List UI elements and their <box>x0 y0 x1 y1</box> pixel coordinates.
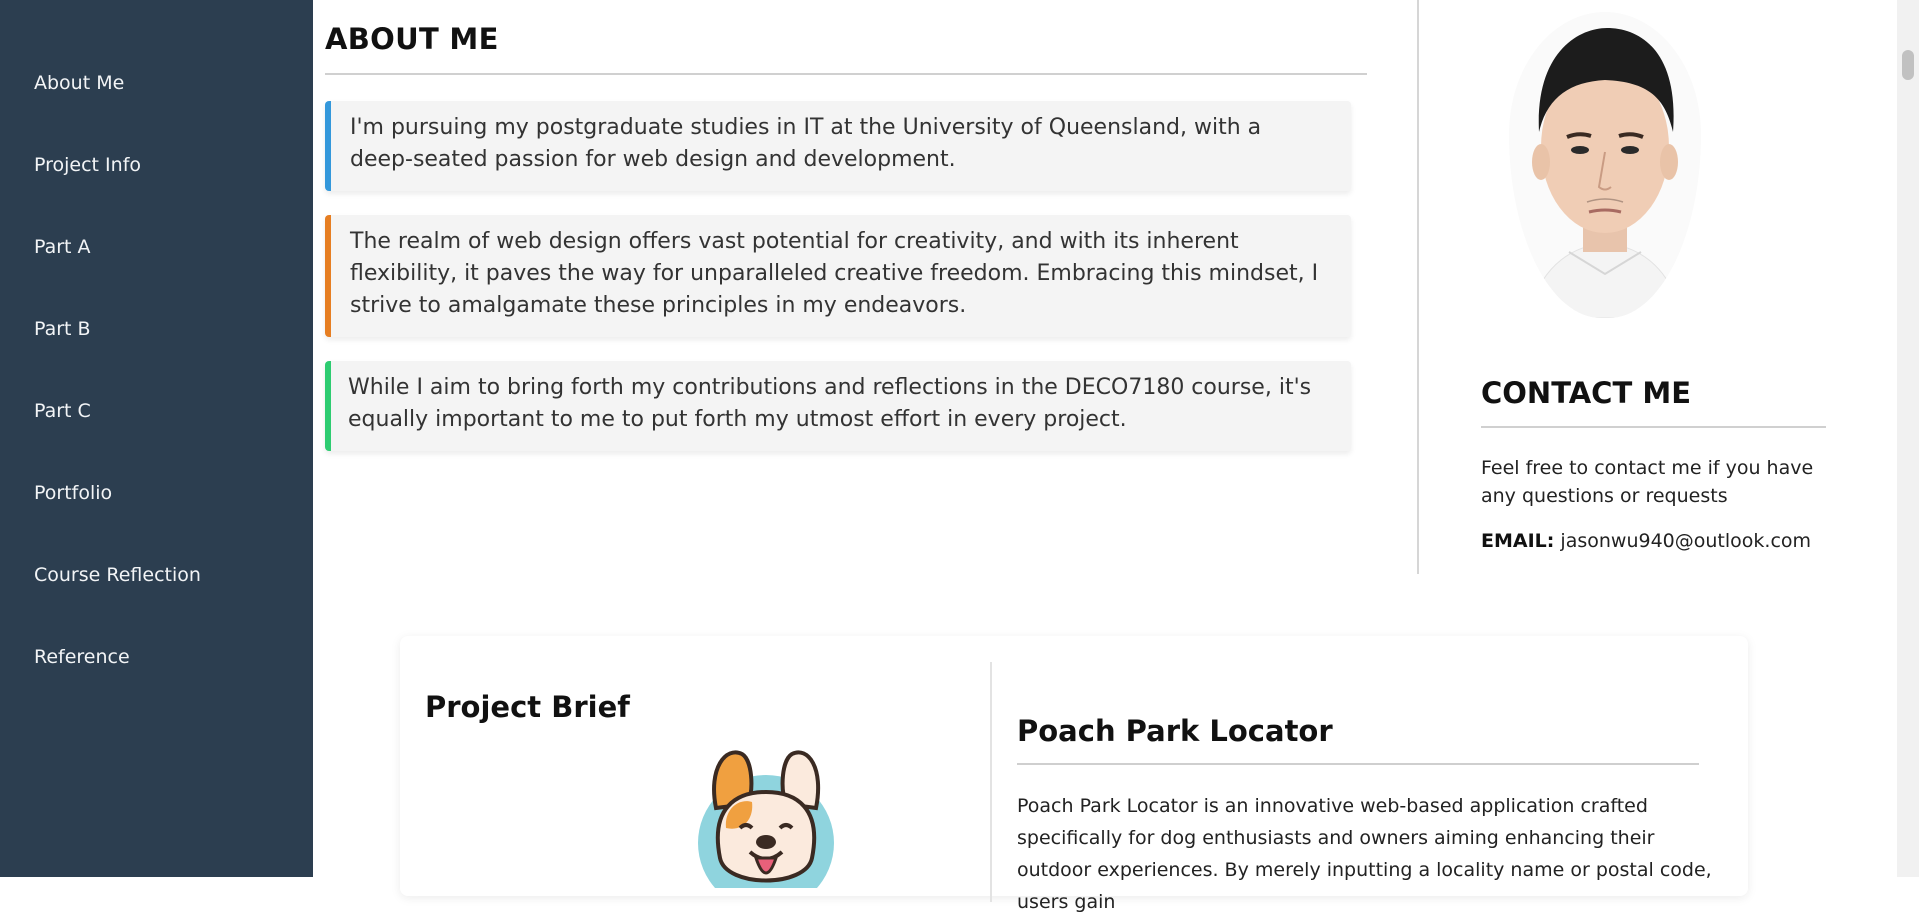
project-card: Project Brief Poach Park Locator Poach P… <box>400 636 1748 913</box>
sidebar-item-part-c[interactable]: Part C <box>34 400 91 422</box>
project-divider <box>990 662 992 902</box>
project-name-divider <box>1017 763 1699 765</box>
project-description: Poach Park Locator is an innovative web-… <box>1017 795 1712 913</box>
sidebar-item-part-b[interactable]: Part B <box>34 318 91 340</box>
about-divider <box>325 73 1367 75</box>
sidebar-item-course-reflection[interactable]: Course Reflection <box>34 564 201 586</box>
sidebar-item-part-a[interactable]: Part A <box>34 236 91 258</box>
profile-photo <box>1509 12 1701 318</box>
about-card-3: While I aim to bring forth my contributi… <box>325 361 1351 451</box>
sidebar-item-portfolio[interactable]: Portfolio <box>34 482 112 504</box>
about-card-1: I'm pursuing my postgraduate studies in … <box>325 101 1351 191</box>
sidebar-item-project-info[interactable]: Project Info <box>34 154 141 176</box>
column-divider <box>1417 0 1419 574</box>
project-brief-title: Project Brief <box>425 690 630 724</box>
profile-photo-illustration <box>1509 12 1701 318</box>
sidebar-item-reference[interactable]: Reference <box>34 646 130 668</box>
email-label: EMAIL: <box>1481 530 1555 552</box>
dog-logo-icon <box>696 748 836 911</box>
about-card-2: The realm of web design offers vast pote… <box>325 215 1351 337</box>
scrollbar-thumb[interactable] <box>1902 50 1914 80</box>
sidebar-item-about-me[interactable]: About Me <box>34 72 124 94</box>
contact-title: CONTACT ME <box>1481 376 1692 410</box>
contact-divider <box>1481 426 1826 428</box>
page-scrollbar[interactable] <box>1897 0 1919 877</box>
main-content: ABOUT ME I'm pursuing my postgraduate st… <box>313 0 1897 913</box>
contact-email-line: EMAIL: jasonwu940@outlook.com <box>1481 530 1811 552</box>
dog-illustration <box>698 750 834 911</box>
project-name: Poach Park Locator <box>1017 714 1333 748</box>
contact-description: Feel free to contact me if you have any … <box>1481 457 1814 507</box>
about-title: ABOUT ME <box>325 22 499 56</box>
email-address[interactable]: jasonwu940@outlook.com <box>1560 530 1811 552</box>
sidebar-nav: About Me Project Info Part A Part B Part… <box>0 0 313 877</box>
